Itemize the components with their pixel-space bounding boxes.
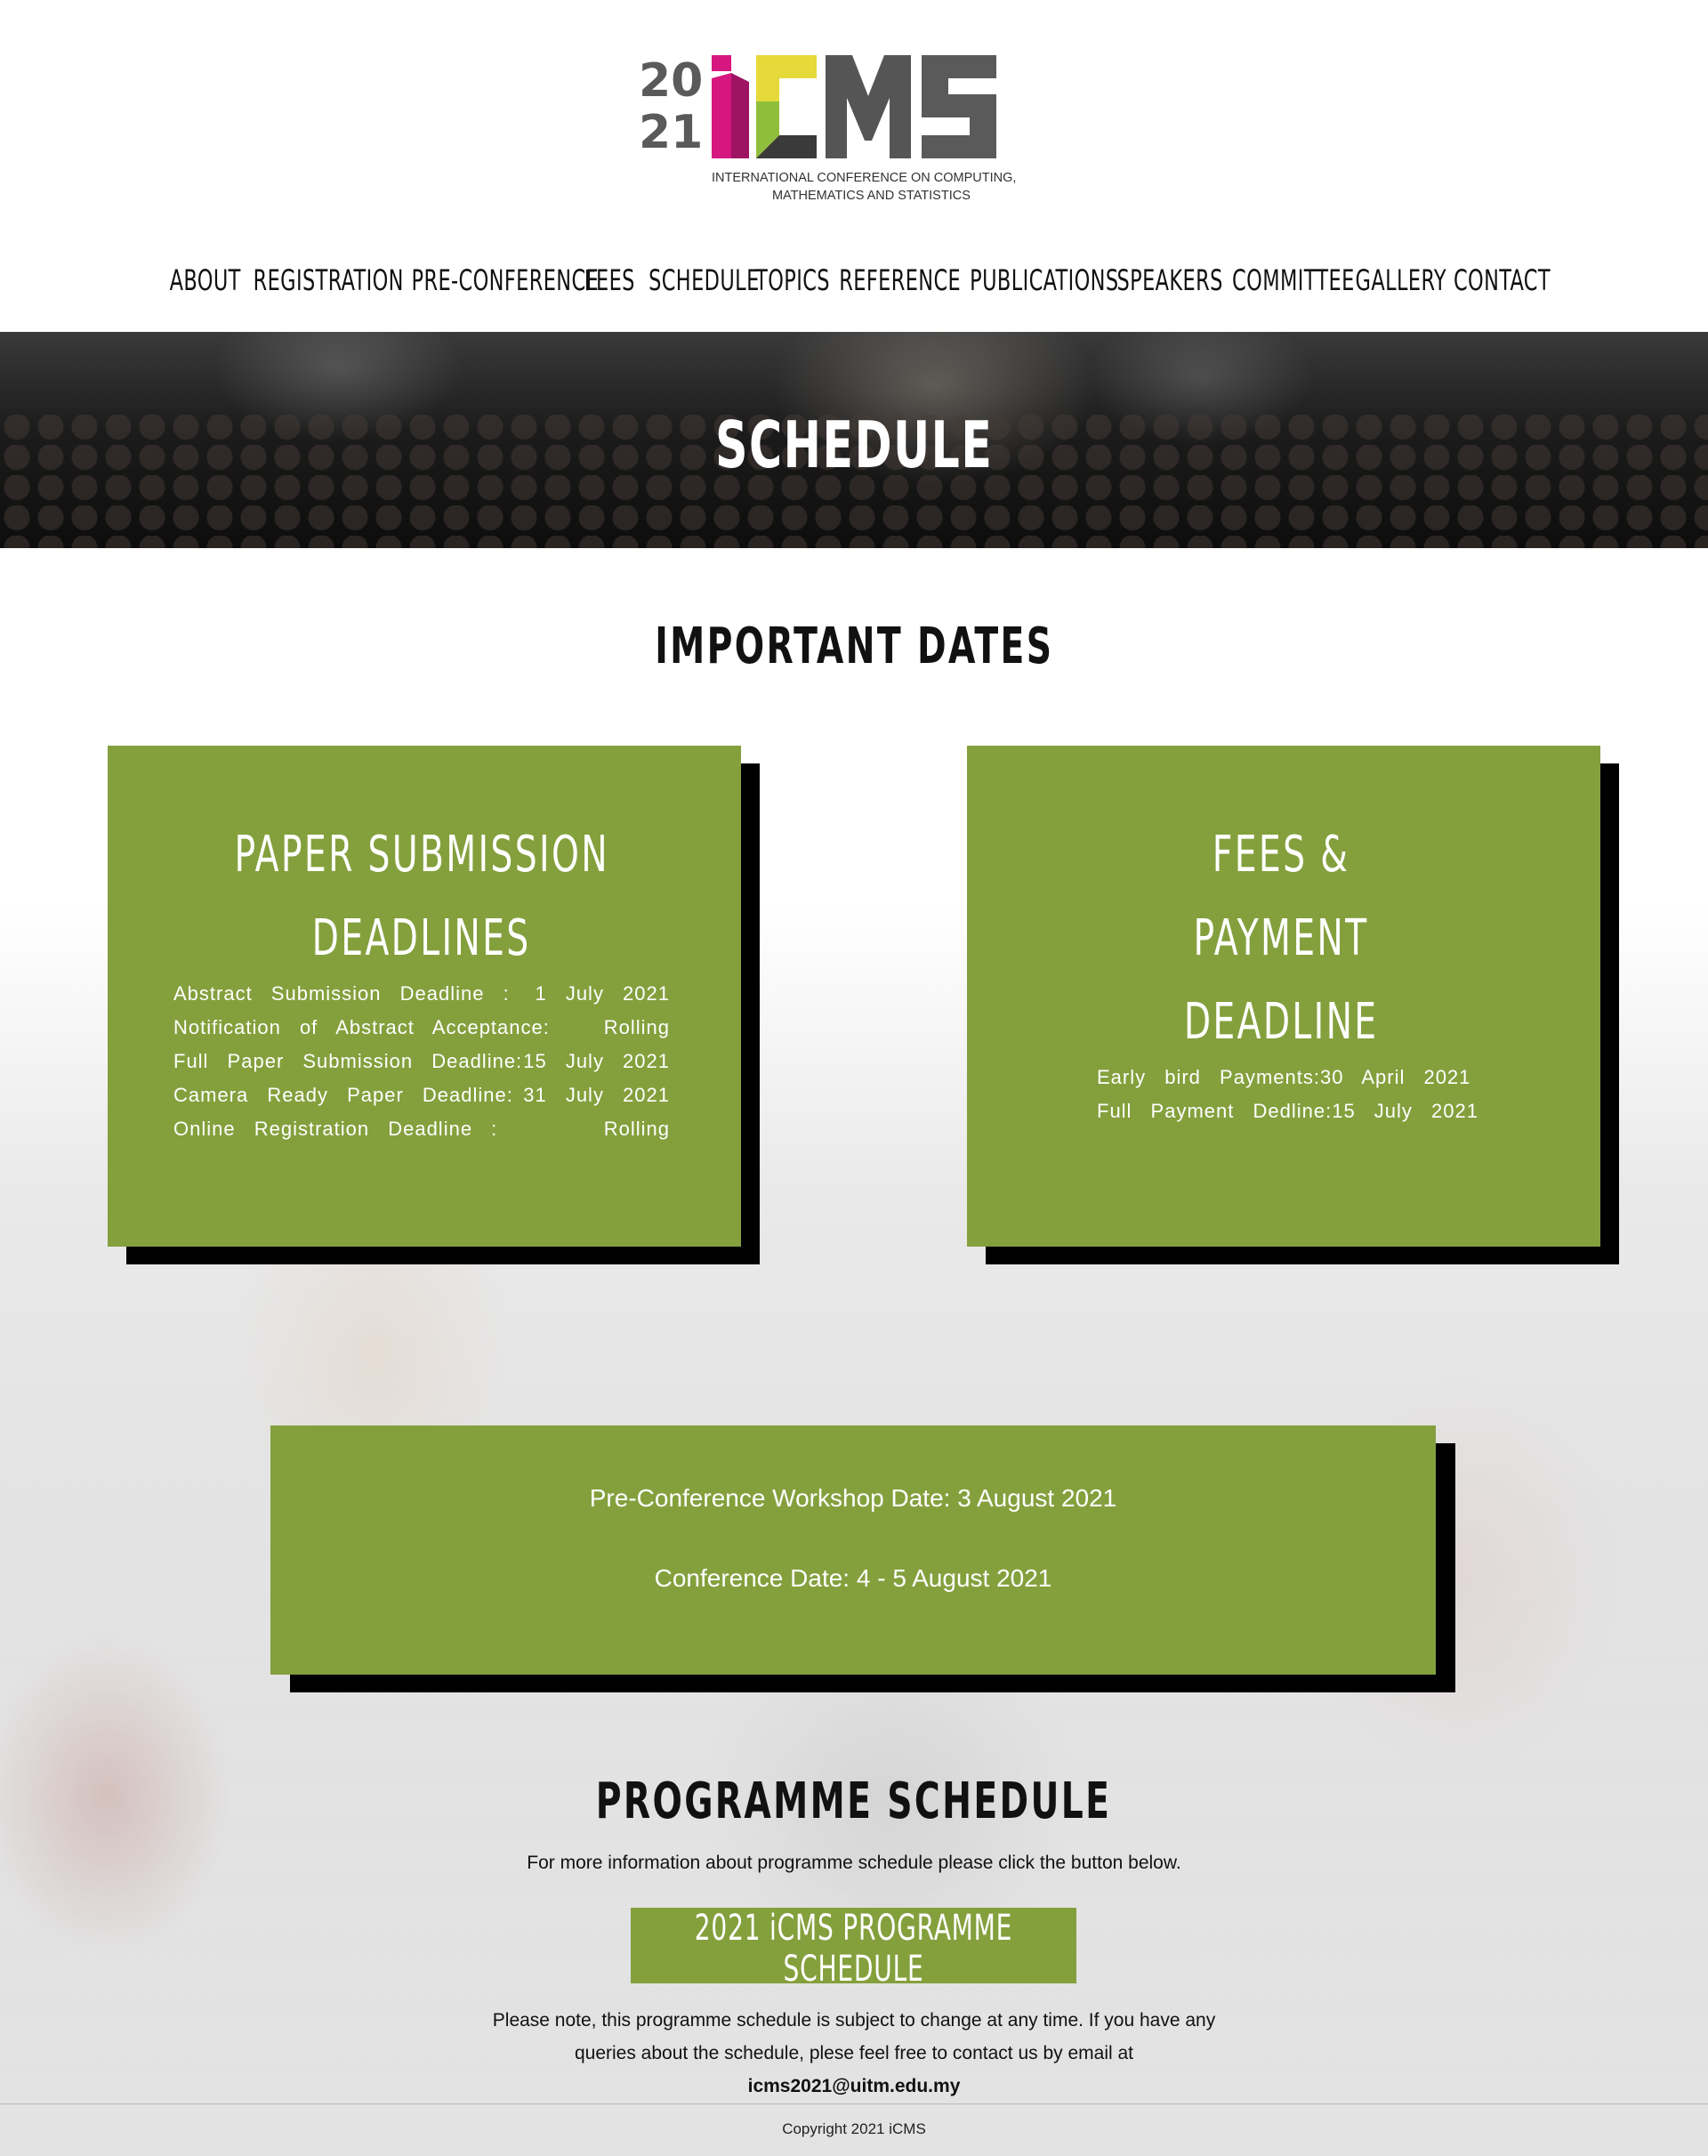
important-dates-heading: IMPORTANT DATES xyxy=(654,618,1054,675)
programme-intro-text: For more information about programme sch… xyxy=(527,1853,1181,1873)
logo-year-bottom: 21 xyxy=(639,106,703,159)
fees-deadline-row-label: Full Payment Dedline: xyxy=(1097,1100,1333,1122)
fees-deadline-list: Early bird Payments: 30 April 2021 Full Pa… xyxy=(1097,1061,1478,1128)
paper-deadline-row: Camera Ready Paper Deadline: 31 July 2021 xyxy=(173,1078,670,1112)
main-nav: ABOUT REGISTRATION PRE-CONFERENCE FEES SCHED… xyxy=(0,254,1708,307)
paper-deadline-row: Online Registration Deadline : Rolling xyxy=(173,1112,670,1146)
nav-contact[interactable]: CONTACT xyxy=(1451,263,1551,297)
paper-deadline-row: Abstract Submission Deadline : 1 July 202… xyxy=(173,977,670,1011)
paper-card-title: PAPER SUBMISSION DEADLINES xyxy=(234,826,609,967)
fees-deadline-row: Full Payment Dedline: 15 July 2021 xyxy=(1097,1094,1478,1128)
icms-logo[interactable]: 20 21 INTERNATIONAL CONFERENCE ON COMPUT… xyxy=(639,52,1069,203)
nav-reference[interactable]: REFERENCE xyxy=(836,263,960,297)
fees-deadline-row-label: Early bird Payments: xyxy=(1097,1066,1320,1088)
nav-about[interactable]: ABOUT xyxy=(167,263,241,297)
paper-deadline-row-label: Camera Ready Paper Deadline: xyxy=(173,1084,513,1106)
contact-email-link[interactable]: icms2021@uitm.edu.my xyxy=(748,2076,961,2096)
paper-deadline-row-value: Rolling xyxy=(603,1016,670,1038)
site-header: 20 21 INTERNATIONAL CONFERENCE ON COMPUT… xyxy=(0,0,1708,332)
fees-deadline-row: Early bird Payments: 30 April 2021 xyxy=(1097,1061,1470,1094)
nav-list: ABOUT REGISTRATION PRE-CONFERENCE FEES SCHED… xyxy=(163,263,1551,297)
nav-registration[interactable]: REGISTRATION xyxy=(250,263,404,297)
conference-dates-card: Pre-Conference Workshop Date: 3 August 2… xyxy=(270,1425,1436,1675)
nav-topics[interactable]: TOPICS xyxy=(753,263,829,297)
paper-submission-card: PAPER SUBMISSION DEADLINES Abstract Subm… xyxy=(108,746,741,1247)
logo-year-top: 20 xyxy=(639,54,703,108)
paper-deadline-row-value: 31 July 2021 xyxy=(523,1084,670,1106)
fees-deadline-row-value: 15 July 2021 xyxy=(1332,1100,1478,1122)
programme-note: Please note, this programme schedule is … xyxy=(445,2004,1263,2103)
nav-pre-conference[interactable]: PRE-CONFERENCE xyxy=(408,263,599,297)
logo-tagline-line1: INTERNATIONAL CONFERENCE ON COMPUTING, xyxy=(712,171,1016,185)
nav-fees[interactable]: FEES xyxy=(582,263,636,297)
paper-deadline-row-value: 1 July 2021 xyxy=(535,982,670,1005)
programme-note-line2: queries about the schedule, plese feel f… xyxy=(574,2043,1134,2063)
nav-publications[interactable]: PUBLICATIONS xyxy=(967,263,1118,297)
logo-tagline-line2: MATHEMATICS AND STATISTICS xyxy=(772,189,971,203)
workshop-date: Pre-Conference Workshop Date: 3 August 2… xyxy=(589,1484,1117,1512)
hero-banner: SCHEDULE xyxy=(0,332,1708,548)
nav-speakers[interactable]: SPEAKERS xyxy=(1114,263,1223,297)
paper-deadline-row-label: Notification of Abstract Acceptance: xyxy=(173,1016,550,1038)
fees-deadline-row-value: 30 April 2021 xyxy=(1319,1066,1471,1088)
copyright-text: Copyright 2021 iCMS xyxy=(782,2120,926,2137)
logo-graphic: 20 21 INTERNATIONAL CONFERENCE ON COMPUT… xyxy=(639,54,1016,203)
paper-deadline-row-label: Abstract Submission Deadline : xyxy=(173,982,510,1005)
paper-deadline-row: Notification of Abstract Acceptance: Roll… xyxy=(173,1011,670,1045)
programme-note-line1: Please note, this programme schedule is … xyxy=(492,2010,1216,2031)
programme-schedule-heading: PROGRAMME SCHEDULE xyxy=(596,1772,1112,1830)
fees-card-title: FEES & PAYMENT DEADLINE xyxy=(1183,826,1379,1051)
nav-committee[interactable]: COMMITTEE xyxy=(1229,263,1354,297)
paper-deadline-row-value: 15 July 2021 xyxy=(523,1050,670,1072)
nav-gallery[interactable]: GALLERY xyxy=(1352,263,1446,297)
programme-schedule-button[interactable]: 2021 iCMS PROGRAMME SCHEDULE xyxy=(631,1908,1076,1990)
paper-deadline-row-label: Online Registration Deadline : xyxy=(173,1118,498,1140)
paper-deadline-row: Full Paper Submission Deadline: 15 July 2… xyxy=(173,1045,670,1078)
paper-deadline-list: Abstract Submission Deadline : 1 July 202… xyxy=(173,977,670,1146)
nav-schedule[interactable]: SCHEDULE xyxy=(646,263,759,297)
paper-deadline-row-label: Full Paper Submission Deadline: xyxy=(173,1050,523,1072)
fees-payment-card: FEES & PAYMENT DEADLINE Early bird Payme… xyxy=(967,746,1600,1247)
paper-deadline-row-value: Rolling xyxy=(603,1118,670,1140)
conference-date: Conference Date: 4 - 5 August 2021 xyxy=(654,1564,1052,1592)
page-title: SCHEDULE xyxy=(714,408,994,482)
